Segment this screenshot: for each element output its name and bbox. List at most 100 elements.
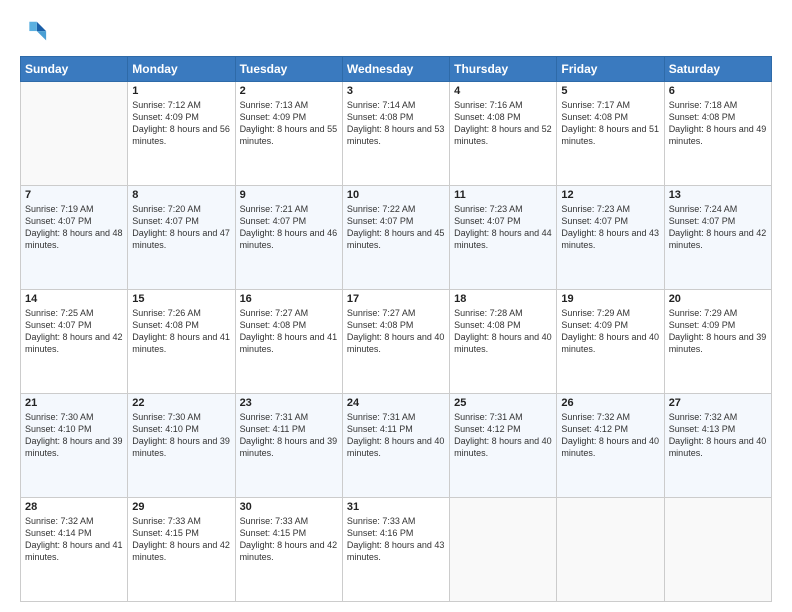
- day-number: 9: [240, 189, 338, 201]
- weekday-header-monday: Monday: [128, 57, 235, 82]
- day-number: 28: [25, 501, 123, 513]
- calendar-cell: 11 Sunrise: 7:23 AM Sunset: 4:07 PM Dayli…: [450, 186, 557, 290]
- day-info: Sunrise: 7:23 AM Sunset: 4:07 PM Dayligh…: [454, 203, 552, 252]
- day-number: 6: [669, 85, 767, 97]
- calendar-cell: 5 Sunrise: 7:17 AM Sunset: 4:08 PM Daylig…: [557, 82, 664, 186]
- day-info: Sunrise: 7:33 AM Sunset: 4:15 PM Dayligh…: [240, 515, 338, 564]
- calendar-week-row: 1 Sunrise: 7:12 AM Sunset: 4:09 PM Daylig…: [21, 82, 772, 186]
- day-number: 12: [561, 189, 659, 201]
- day-number: 11: [454, 189, 552, 201]
- day-info: Sunrise: 7:16 AM Sunset: 4:08 PM Dayligh…: [454, 99, 552, 148]
- day-info: Sunrise: 7:17 AM Sunset: 4:08 PM Dayligh…: [561, 99, 659, 148]
- logo: [20, 18, 52, 46]
- day-info: Sunrise: 7:27 AM Sunset: 4:08 PM Dayligh…: [347, 307, 445, 356]
- logo-icon: [20, 18, 48, 46]
- day-number: 7: [25, 189, 123, 201]
- calendar-cell: [450, 498, 557, 602]
- calendar-cell: [664, 498, 771, 602]
- day-number: 22: [132, 397, 230, 409]
- day-info: Sunrise: 7:22 AM Sunset: 4:07 PM Dayligh…: [347, 203, 445, 252]
- weekday-header-tuesday: Tuesday: [235, 57, 342, 82]
- calendar-cell: 17 Sunrise: 7:27 AM Sunset: 4:08 PM Dayli…: [342, 290, 449, 394]
- day-info: Sunrise: 7:27 AM Sunset: 4:08 PM Dayligh…: [240, 307, 338, 356]
- calendar-cell: 7 Sunrise: 7:19 AM Sunset: 4:07 PM Daylig…: [21, 186, 128, 290]
- weekday-header-sunday: Sunday: [21, 57, 128, 82]
- calendar-cell: 21Sunrise: 7:30 AM Sunset: 4:10 PM Dayli…: [21, 394, 128, 498]
- calendar-cell: 15Sunrise: 7:26 AM Sunset: 4:08 PM Dayli…: [128, 290, 235, 394]
- calendar-cell: 12 Sunrise: 7:23 AM Sunset: 4:07 PM Dayli…: [557, 186, 664, 290]
- calendar-cell: 18 Sunrise: 7:28 AM Sunset: 4:08 PM Dayli…: [450, 290, 557, 394]
- day-number: 18: [454, 293, 552, 305]
- day-number: 8: [132, 189, 230, 201]
- day-number: 31: [347, 501, 445, 513]
- day-number: 27: [669, 397, 767, 409]
- day-number: 4: [454, 85, 552, 97]
- weekday-header-row: SundayMondayTuesdayWednesdayThursdayFrid…: [21, 57, 772, 82]
- day-number: 20: [669, 293, 767, 305]
- calendar-cell: 19Sunrise: 7:29 AM Sunset: 4:09 PM Dayli…: [557, 290, 664, 394]
- calendar-cell: 9 Sunrise: 7:21 AM Sunset: 4:07 PM Daylig…: [235, 186, 342, 290]
- day-info: Sunrise: 7:23 AM Sunset: 4:07 PM Dayligh…: [561, 203, 659, 252]
- calendar-cell: 28 Sunrise: 7:32 AM Sunset: 4:14 PM Dayli…: [21, 498, 128, 602]
- day-number: 10: [347, 189, 445, 201]
- calendar-cell: 22 Sunrise: 7:30 AM Sunset: 4:10 PM Dayli…: [128, 394, 235, 498]
- day-info: Sunrise: 7:28 AM Sunset: 4:08 PM Dayligh…: [454, 307, 552, 356]
- calendar-cell: [557, 498, 664, 602]
- calendar-cell: 27 Sunrise: 7:32 AM Sunset: 4:13 PM Dayli…: [664, 394, 771, 498]
- page: SundayMondayTuesdayWednesdayThursdayFrid…: [0, 0, 792, 612]
- day-number: 29: [132, 501, 230, 513]
- day-number: 13: [669, 189, 767, 201]
- calendar-cell: 14Sunrise: 7:25 AM Sunset: 4:07 PM Dayli…: [21, 290, 128, 394]
- day-info: Sunrise: 7:14 AM Sunset: 4:08 PM Dayligh…: [347, 99, 445, 148]
- day-info: Sunrise: 7:12 AM Sunset: 4:09 PM Dayligh…: [132, 99, 230, 148]
- calendar-cell: 10 Sunrise: 7:22 AM Sunset: 4:07 PM Dayli…: [342, 186, 449, 290]
- day-number: 16: [240, 293, 338, 305]
- calendar-week-row: 21Sunrise: 7:30 AM Sunset: 4:10 PM Dayli…: [21, 394, 772, 498]
- header: [20, 18, 772, 46]
- day-info: Sunrise: 7:30 AM Sunset: 4:10 PM Dayligh…: [25, 411, 123, 460]
- weekday-header-friday: Friday: [557, 57, 664, 82]
- day-number: 5: [561, 85, 659, 97]
- weekday-header-thursday: Thursday: [450, 57, 557, 82]
- day-info: Sunrise: 7:29 AM Sunset: 4:09 PM Dayligh…: [669, 307, 767, 356]
- day-number: 30: [240, 501, 338, 513]
- day-info: Sunrise: 7:24 AM Sunset: 4:07 PM Dayligh…: [669, 203, 767, 252]
- calendar-cell: 24Sunrise: 7:31 AM Sunset: 4:11 PM Dayli…: [342, 394, 449, 498]
- day-info: Sunrise: 7:33 AM Sunset: 4:16 PM Dayligh…: [347, 515, 445, 564]
- calendar-week-row: 28 Sunrise: 7:32 AM Sunset: 4:14 PM Dayli…: [21, 498, 772, 602]
- day-info: Sunrise: 7:31 AM Sunset: 4:11 PM Dayligh…: [240, 411, 338, 460]
- day-number: 15: [132, 293, 230, 305]
- calendar-cell: [21, 82, 128, 186]
- day-info: Sunrise: 7:20 AM Sunset: 4:07 PM Dayligh…: [132, 203, 230, 252]
- day-info: Sunrise: 7:32 AM Sunset: 4:14 PM Dayligh…: [25, 515, 123, 564]
- day-info: Sunrise: 7:32 AM Sunset: 4:13 PM Dayligh…: [669, 411, 767, 460]
- day-info: Sunrise: 7:19 AM Sunset: 4:07 PM Dayligh…: [25, 203, 123, 252]
- day-number: 17: [347, 293, 445, 305]
- day-number: 1: [132, 85, 230, 97]
- calendar-table: SundayMondayTuesdayWednesdayThursdayFrid…: [20, 56, 772, 602]
- day-info: Sunrise: 7:30 AM Sunset: 4:10 PM Dayligh…: [132, 411, 230, 460]
- day-number: 19: [561, 293, 659, 305]
- calendar-cell: 6Sunrise: 7:18 AM Sunset: 4:08 PM Daylig…: [664, 82, 771, 186]
- calendar-cell: 25 Sunrise: 7:31 AM Sunset: 4:12 PM Dayli…: [450, 394, 557, 498]
- calendar-cell: 29Sunrise: 7:33 AM Sunset: 4:15 PM Dayli…: [128, 498, 235, 602]
- day-number: 14: [25, 293, 123, 305]
- day-info: Sunrise: 7:31 AM Sunset: 4:12 PM Dayligh…: [454, 411, 552, 460]
- calendar-cell: 4 Sunrise: 7:16 AM Sunset: 4:08 PM Daylig…: [450, 82, 557, 186]
- calendar-cell: 13 Sunrise: 7:24 AM Sunset: 4:07 PM Dayli…: [664, 186, 771, 290]
- day-number: 25: [454, 397, 552, 409]
- day-number: 3: [347, 85, 445, 97]
- calendar-cell: 8 Sunrise: 7:20 AM Sunset: 4:07 PM Daylig…: [128, 186, 235, 290]
- day-info: Sunrise: 7:13 AM Sunset: 4:09 PM Dayligh…: [240, 99, 338, 148]
- calendar-cell: 16 Sunrise: 7:27 AM Sunset: 4:08 PM Dayli…: [235, 290, 342, 394]
- calendar-cell: 23 Sunrise: 7:31 AM Sunset: 4:11 PM Dayli…: [235, 394, 342, 498]
- calendar-cell: 30 Sunrise: 7:33 AM Sunset: 4:15 PM Dayli…: [235, 498, 342, 602]
- calendar-cell: 1 Sunrise: 7:12 AM Sunset: 4:09 PM Daylig…: [128, 82, 235, 186]
- day-number: 26: [561, 397, 659, 409]
- calendar-week-row: 14Sunrise: 7:25 AM Sunset: 4:07 PM Dayli…: [21, 290, 772, 394]
- day-info: Sunrise: 7:21 AM Sunset: 4:07 PM Dayligh…: [240, 203, 338, 252]
- day-number: 23: [240, 397, 338, 409]
- weekday-header-wednesday: Wednesday: [342, 57, 449, 82]
- calendar-cell: 2Sunrise: 7:13 AM Sunset: 4:09 PM Daylig…: [235, 82, 342, 186]
- day-number: 24: [347, 397, 445, 409]
